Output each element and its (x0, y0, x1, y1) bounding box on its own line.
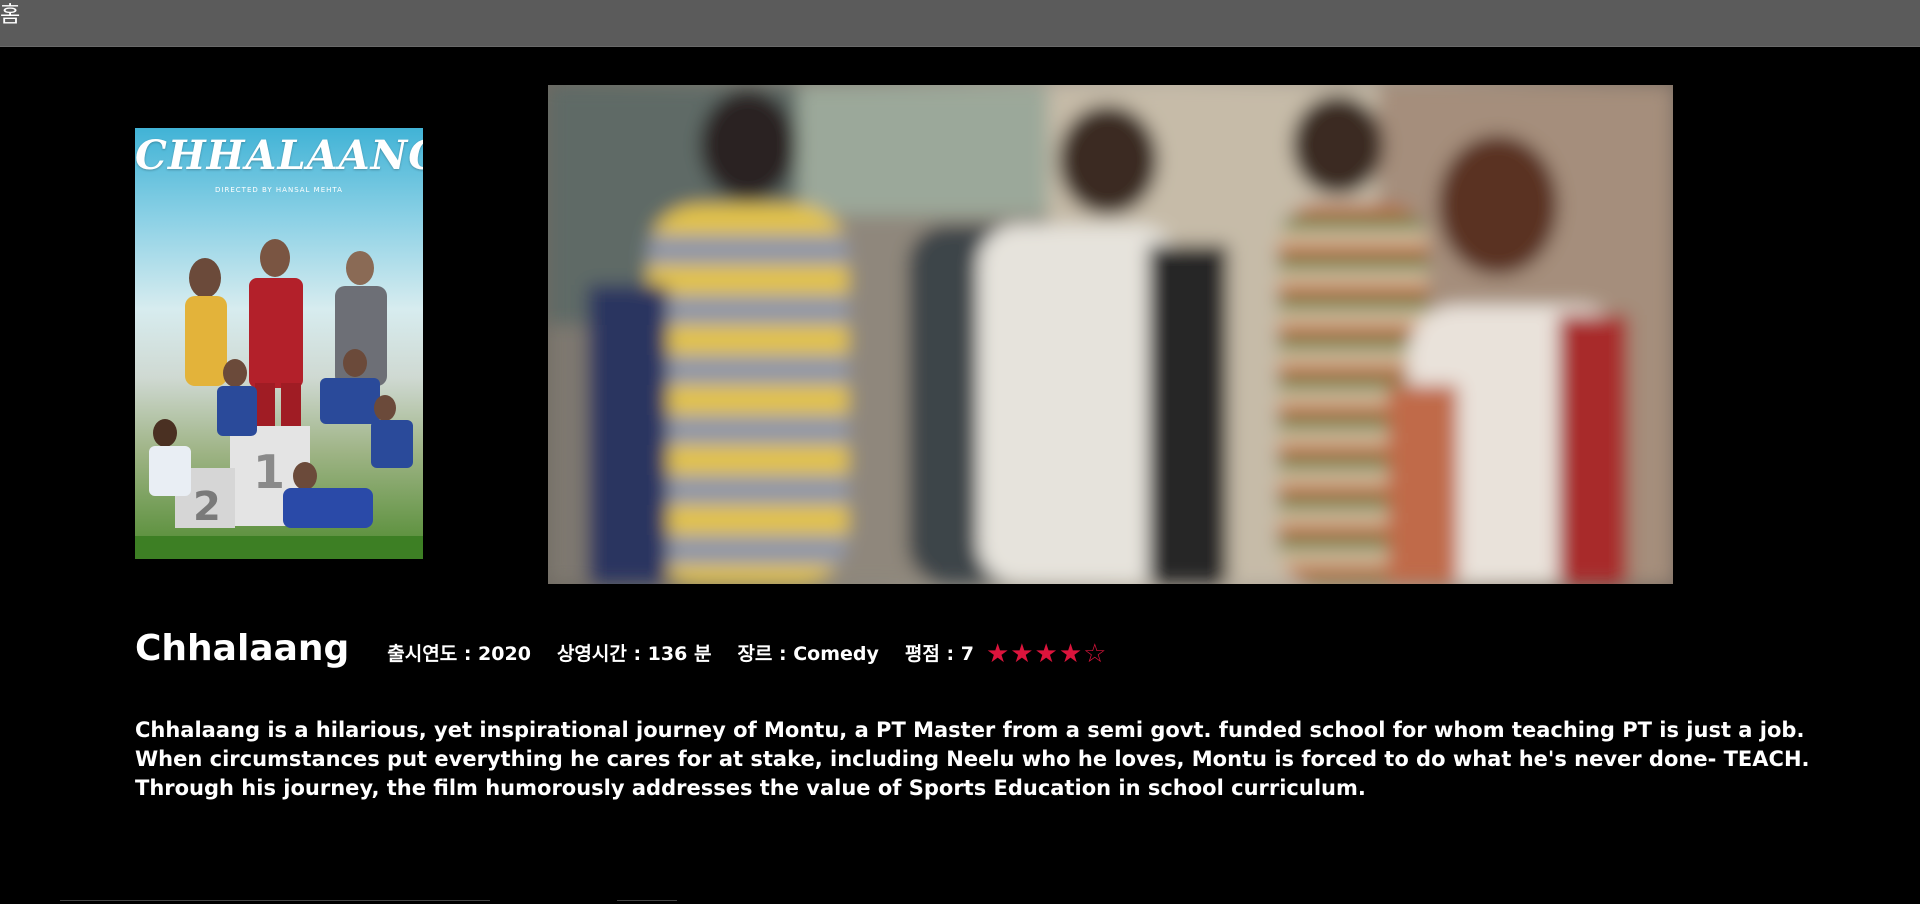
movie-overview: Chhalaang is a hilarious, yet inspiratio… (135, 718, 1810, 800)
poster-credit: DIRECTED BY HANSAL MEHTA (215, 186, 343, 194)
svg-text:1: 1 (253, 445, 285, 499)
movie-poster: 1 2 CHHALAANG DIRECTED BY HANSAL MEHTA (135, 128, 423, 559)
movie-title: Chhalaang (135, 628, 350, 669)
bottom-divider (60, 900, 490, 901)
release-year: 출시연도 : 2020 (387, 643, 531, 665)
movie-info-row: Chhalaang 출시연도 : 2020 상영시간 : 136 분 장르 : … (135, 628, 1107, 678)
runtime: 상영시간 : 136 분 (556, 643, 712, 665)
genre: 장르 : Comedy (737, 643, 879, 665)
rating: 평점 : 7 (904, 643, 974, 665)
bottom-divider-2 (617, 900, 677, 901)
rating-stars: ★★★★☆ (985, 639, 1108, 669)
top-bar: 홈 (0, 0, 1920, 47)
poster-title: CHHALAANG (135, 132, 423, 179)
backdrop-scene (548, 85, 1673, 584)
movie-backdrop (548, 85, 1673, 584)
svg-text:2: 2 (193, 484, 221, 530)
home-link[interactable]: 홈 (0, 3, 20, 29)
